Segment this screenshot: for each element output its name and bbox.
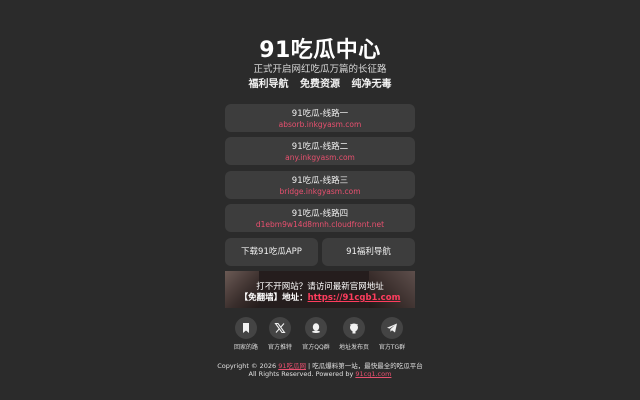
- tag-free-resources: 免费资源: [300, 79, 340, 90]
- welfare-nav-button[interactable]: 91福利导航: [322, 238, 415, 266]
- telegram-icon: [381, 317, 403, 339]
- route-name: 91吃瓜-线路三: [291, 176, 349, 186]
- address-banner[interactable]: 打不开网站？请访问最新官网地址 【免翻墙】地址：https://91cgb1.c…: [225, 271, 415, 308]
- route-url: d1ebm9w14d8mnh.cloudfront.net: [255, 220, 385, 229]
- route-name: 91吃瓜-线路一: [291, 109, 349, 119]
- qq-icon: [305, 317, 327, 339]
- social-telegram[interactable]: 官方TG群: [367, 317, 417, 351]
- page: 91吃瓜中心 正式开启网红吃瓜万篇的长征路 福利导航 免费资源 纯净无毒 91吃…: [0, 0, 640, 400]
- route-url: absorb.inkgyasm.com: [278, 120, 362, 129]
- route-name: 91吃瓜-线路二: [291, 142, 349, 152]
- banner-address-label: 【免翻墙】地址：: [239, 293, 308, 303]
- route-url: any.inkgyasm.com: [285, 153, 355, 162]
- route-name: 91吃瓜-线路四: [291, 209, 349, 219]
- banner-address: 【免翻墙】地址：https://91cgb1.com: [225, 291, 415, 303]
- tag-welfare-nav: 福利导航: [248, 79, 289, 90]
- x-twitter-icon: [269, 317, 291, 339]
- page-title: 91吃瓜中心: [259, 38, 381, 63]
- route-button-1[interactable]: 91吃瓜-线路一 absorb.inkgyasm.com: [225, 104, 415, 132]
- bookmark-icon: [235, 317, 257, 339]
- tag-row: 福利导航 免费资源 纯净无毒: [0, 75, 640, 90]
- page-subtitle: 正式开启网红吃瓜万篇的长征路: [253, 64, 387, 75]
- banner-address-link[interactable]: https://91cgb1.com: [308, 293, 401, 303]
- route-button-3[interactable]: 91吃瓜-线路三 bridge.inkgyasm.com: [225, 171, 415, 199]
- rights-prefix: All Rights Reserved. Powered by: [248, 370, 356, 378]
- copyright-prefix: Copyright © 2026: [217, 362, 279, 370]
- route-button-4[interactable]: 91吃瓜-线路四 d1ebm9w14d8mnh.cloudfront.net: [225, 204, 415, 232]
- route-button-2[interactable]: 91吃瓜-线路二 any.inkgyasm.com: [225, 137, 415, 165]
- copyright-suffix: | 吃瓜爆料第一站，最快最全的吃瓜平台: [305, 362, 423, 370]
- footer-copyright: Copyright © 2026 91吃瓜网 | 吃瓜爆料第一站，最快最全的吃瓜…: [0, 360, 640, 370]
- download-app-button[interactable]: 下载91吃瓜APP: [225, 238, 318, 266]
- social-label: 官方TG群: [378, 344, 406, 351]
- copyright-link[interactable]: 91吃瓜网: [278, 362, 306, 370]
- footer-rights: All Rights Reserved. Powered by 91cg1.co…: [0, 370, 640, 378]
- route-url: bridge.inkgyasm.com: [279, 187, 361, 196]
- tag-clean: 纯净无毒: [351, 79, 392, 90]
- github-icon: [343, 317, 365, 339]
- powered-by-link[interactable]: 91cg1.com: [355, 370, 391, 378]
